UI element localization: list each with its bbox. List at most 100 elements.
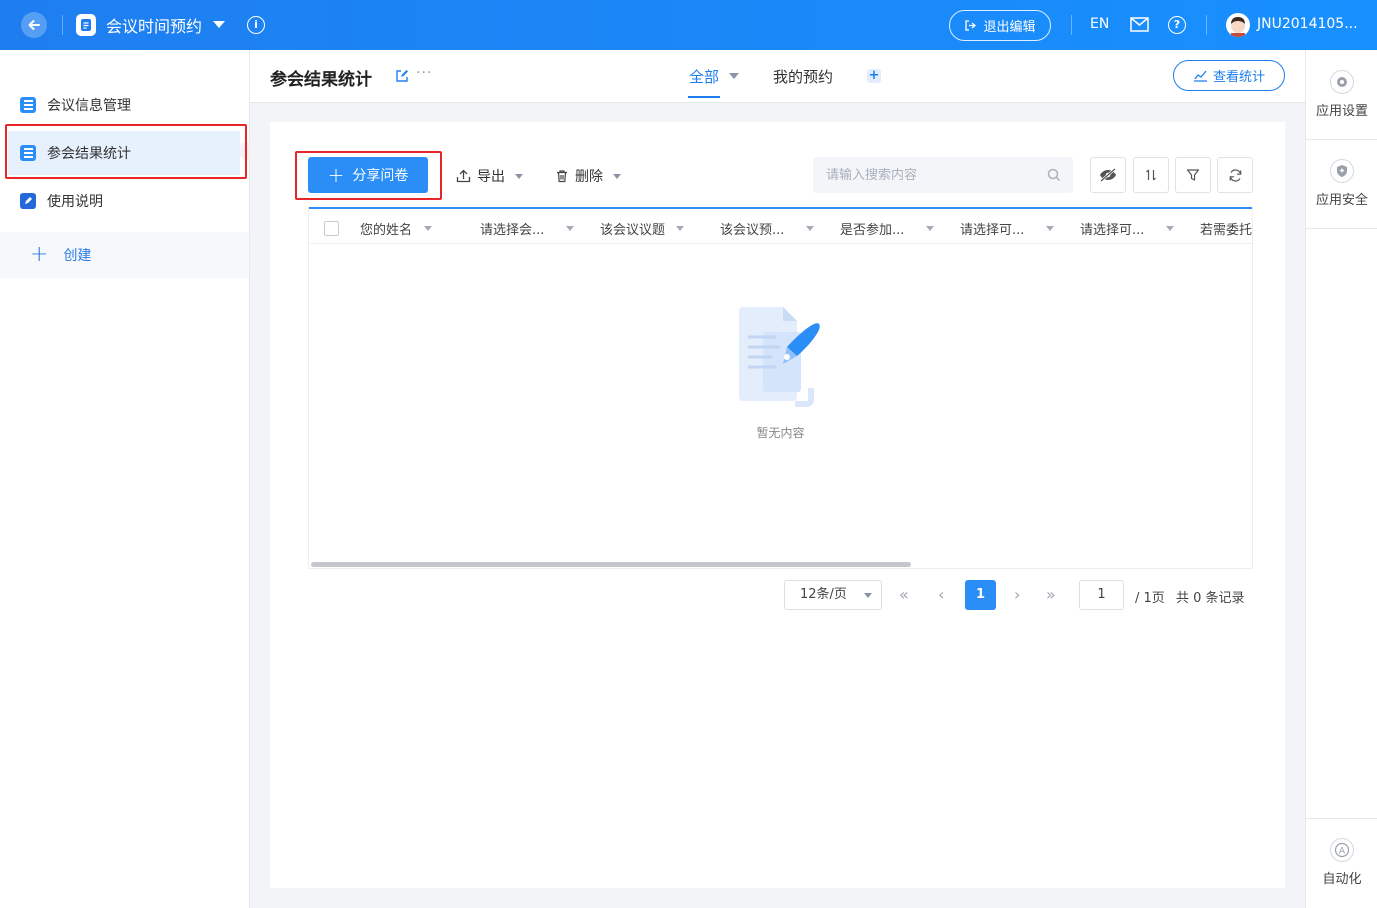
plus-icon: +: [30, 242, 49, 267]
column-chevron-down-icon[interactable]: [1166, 226, 1174, 231]
exit-edit-button[interactable]: 退出编辑: [949, 10, 1051, 41]
divider: [62, 15, 63, 35]
language-switch[interactable]: EN: [1090, 16, 1109, 32]
next-page-icon[interactable]: ›: [1014, 585, 1020, 604]
app-menu-chevron-down-icon[interactable]: [213, 21, 225, 28]
filter-button[interactable]: [1175, 157, 1211, 193]
empty-state-text: 暂无内容: [756, 426, 805, 440]
search-field: [813, 157, 1073, 193]
avatar[interactable]: [1226, 13, 1250, 37]
delete-label: 删除: [575, 169, 603, 185]
app-title[interactable]: 会议时间预约: [106, 13, 202, 37]
column-header[interactable]: 请选择可...: [960, 219, 1024, 238]
edit-doc-icon: [20, 193, 36, 209]
column-chevron-down-icon[interactable]: [926, 226, 934, 231]
eye-hidden-icon: [1100, 168, 1116, 182]
chevron-down-icon: [515, 173, 523, 179]
tab-chevron-down-icon[interactable]: [729, 73, 739, 79]
first-page-icon[interactable]: «: [899, 585, 909, 604]
edit-title-icon[interactable]: [395, 69, 409, 83]
view-stats-button[interactable]: 查看统计: [1173, 60, 1285, 91]
last-page-icon[interactable]: »: [1046, 585, 1056, 604]
tab-my-reservations[interactable]: 我的预约: [773, 66, 833, 87]
svg-text:A: A: [1339, 847, 1346, 857]
page-header: 参会结果统计 ··· 全部 我的预约 + 查看统计: [250, 50, 1305, 103]
divider: [1306, 818, 1377, 819]
chevron-down-icon: [864, 593, 872, 598]
automation-icon: A: [1330, 838, 1354, 862]
more-icon[interactable]: ···: [416, 65, 432, 81]
column-chevron-down-icon[interactable]: [566, 226, 574, 231]
search-icon[interactable]: [1047, 168, 1061, 182]
app-security-button[interactable]: 应用安全: [1306, 159, 1377, 208]
table-header: 您的姓名 请选择会... 该会议议题 该会议预... 是否参加... 请选择可.…: [309, 207, 1252, 244]
refresh-button[interactable]: [1217, 157, 1253, 193]
sidebar-item-label: 会议信息管理: [47, 98, 131, 114]
create-button[interactable]: + 创建: [0, 232, 249, 278]
mail-icon[interactable]: [1130, 17, 1149, 32]
column-header[interactable]: 请选择会...: [480, 219, 544, 238]
column-chevron-down-icon[interactable]: [424, 226, 432, 231]
back-button[interactable]: [21, 12, 47, 38]
highlight-box-share: [295, 151, 442, 200]
sidebar-item-meeting-info[interactable]: 会议信息管理: [8, 83, 240, 127]
trash-icon: [557, 170, 567, 183]
right-sidebar: 应用设置 应用安全 A 自动化: [1305, 50, 1377, 908]
sidebar-item-label: 使用说明: [47, 194, 103, 210]
divider: [1306, 139, 1377, 140]
page-number-current[interactable]: 1: [965, 580, 996, 610]
shield-icon: [1330, 159, 1354, 183]
export-button[interactable]: 导出: [456, 166, 523, 186]
chart-icon: [1193, 70, 1207, 82]
column-chevron-down-icon[interactable]: [676, 226, 684, 231]
sidebar-item-instructions[interactable]: 使用说明: [8, 179, 240, 223]
app-document-icon: [76, 14, 96, 36]
horizontal-scrollbar[interactable]: [311, 562, 911, 567]
column-header[interactable]: 该会议议题: [600, 219, 665, 238]
tab-all[interactable]: 全部: [689, 66, 719, 87]
column-chevron-down-icon[interactable]: [806, 226, 814, 231]
filter-icon: [1186, 169, 1200, 181]
info-icon[interactable]: i: [247, 16, 265, 34]
column-header[interactable]: 您的姓名: [360, 219, 412, 238]
prev-page-icon[interactable]: ‹: [938, 585, 944, 604]
page-size-select[interactable]: 12条/页: [784, 580, 882, 610]
column-header[interactable]: 该会议预...: [720, 219, 784, 238]
page-jump-input[interactable]: 1: [1079, 580, 1124, 610]
arrow-left-icon: [28, 20, 40, 30]
add-view-plus-icon[interactable]: +: [867, 69, 881, 83]
app-settings-label: 应用设置: [1315, 104, 1368, 119]
divider: [1206, 15, 1207, 35]
top-bar: 会议时间预约 i 退出编辑 EN ? JNU2014105...: [0, 0, 1377, 50]
total-records: 共 0 条记录: [1176, 591, 1245, 606]
app-settings-button[interactable]: 应用设置: [1306, 70, 1377, 119]
form-icon: [20, 97, 36, 113]
exit-icon: [965, 20, 977, 31]
data-table: 您的姓名 请选择会... 该会议议题 该会议预... 是否参加... 请选择可.…: [308, 207, 1253, 569]
column-header[interactable]: 请选择可...: [1080, 219, 1144, 238]
username[interactable]: JNU2014105...: [1257, 16, 1358, 32]
sort-icon: [1146, 169, 1156, 181]
page-size-value: 12条/页: [800, 587, 847, 602]
tab-active-indicator: [688, 96, 720, 98]
column-header[interactable]: 是否参加...: [840, 219, 904, 238]
sort-button[interactable]: [1133, 157, 1169, 193]
column-header[interactable]: 若需委托: [1200, 219, 1252, 238]
exit-edit-label: 退出编辑: [983, 20, 1036, 35]
page-title: 参会结果统计: [270, 70, 372, 90]
select-all-checkbox[interactable]: [324, 221, 339, 236]
toggle-visibility-button[interactable]: [1090, 157, 1126, 193]
divider: [1306, 228, 1377, 229]
upload-icon: [456, 169, 471, 183]
automation-label: 自动化: [1322, 872, 1362, 887]
export-label: 导出: [477, 169, 505, 185]
help-icon[interactable]: ?: [1168, 16, 1186, 34]
column-chevron-down-icon[interactable]: [1046, 226, 1054, 231]
view-stats-label: 查看统计: [1212, 70, 1265, 85]
chevron-down-icon: [613, 173, 621, 179]
automation-button[interactable]: A 自动化: [1306, 838, 1377, 887]
delete-button[interactable]: 删除: [555, 166, 621, 186]
refresh-icon: [1229, 168, 1241, 182]
app-security-label: 应用安全: [1315, 193, 1368, 208]
search-input[interactable]: [813, 157, 1033, 193]
